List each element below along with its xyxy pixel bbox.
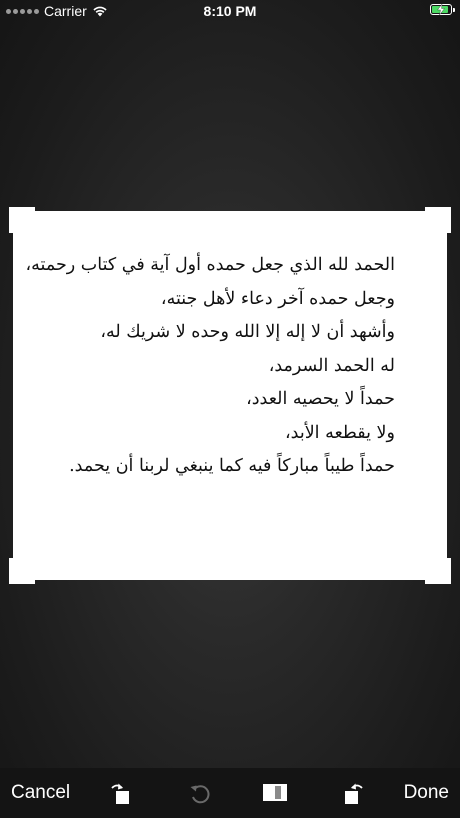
document-line: وأشهد أن لا إله إلا الله وحده لا شريك له… (100, 322, 395, 342)
crop-screen: Carrier 8:10 PM الحمد لله الذي جعل حمده … (0, 0, 460, 818)
crop-handle-top-left[interactable] (9, 207, 35, 233)
status-time: 8:10 PM (203, 3, 257, 19)
rotate-left-button[interactable] (104, 768, 138, 818)
crop-handle-top-right[interactable] (425, 207, 451, 233)
battery-charging-icon (430, 4, 455, 15)
reset-button[interactable] (183, 768, 217, 818)
crop-handle-bottom-left[interactable] (9, 558, 35, 584)
document-text: الحمد لله الذي جعل حمده أول آية في كتاب … (25, 249, 395, 484)
crop-handle-bottom-right[interactable] (425, 558, 451, 584)
reset-icon (190, 785, 210, 804)
bolt-icon (437, 4, 445, 15)
aspect-ratio-icon (263, 784, 287, 801)
document-line: حمداً طيباً مباركاً فيه كما ينبغي لربنا … (69, 456, 395, 476)
done-button[interactable]: Done (399, 768, 449, 818)
document-line: وجعل حمده آخر دعاء لأهل جنته، (160, 288, 395, 309)
rotate-right-icon (345, 783, 363, 804)
document-line: حمداً لا يحصيه العدد، (246, 389, 395, 409)
done-label: Done (403, 782, 449, 803)
aspect-ratio-button[interactable] (258, 768, 292, 818)
document-image[interactable]: الحمد لله الذي جعل حمده أول آية في كتاب … (13, 211, 447, 580)
status-bar: Carrier 8:10 PM (0, 0, 460, 22)
status-right (430, 4, 455, 15)
crop-toolbar: Cancel Done (0, 768, 460, 818)
document-line: له الحمد السرمد، (268, 355, 395, 376)
document-line: ولا يقطعه الأبد، (284, 422, 395, 443)
cancel-button[interactable]: Cancel (11, 768, 75, 818)
cancel-label: Cancel (11, 782, 71, 803)
document-line: الحمد لله الذي جعل حمده أول آية في كتاب … (25, 255, 395, 275)
rotate-left-icon (111, 783, 129, 804)
rotate-right-button[interactable] (336, 768, 370, 818)
